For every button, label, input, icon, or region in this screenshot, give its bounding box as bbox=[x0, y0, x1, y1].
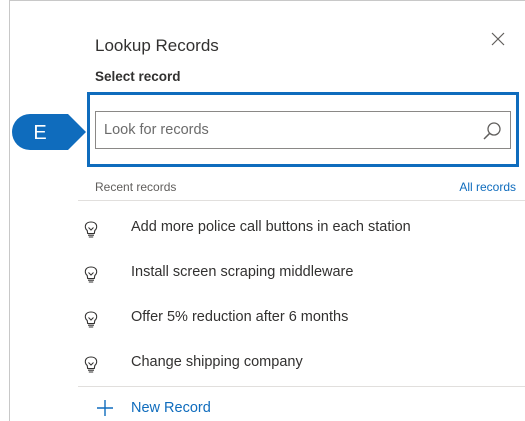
close-button[interactable] bbox=[488, 29, 508, 49]
list-item[interactable]: Change shipping company bbox=[78, 341, 525, 386]
list-item-label: Add more police call buttons in each sta… bbox=[131, 219, 411, 235]
divider bbox=[78, 386, 525, 387]
close-icon bbox=[491, 32, 505, 46]
frame-border-left bbox=[9, 0, 10, 421]
search-input[interactable] bbox=[104, 112, 474, 148]
list-item-label: Offer 5% reduction after 6 months bbox=[131, 309, 349, 325]
list-item[interactable]: Offer 5% reduction after 6 months bbox=[78, 296, 525, 341]
new-record-button[interactable]: New Record bbox=[96, 396, 211, 420]
recent-records-list: Add more police call buttons in each sta… bbox=[78, 206, 525, 386]
lightbulb-icon bbox=[84, 356, 98, 373]
search-box[interactable] bbox=[95, 111, 511, 149]
callout-badge-label: E bbox=[33, 122, 46, 144]
frame-border-top bbox=[9, 0, 525, 1]
list-item[interactable]: Install screen scraping middleware bbox=[78, 251, 525, 296]
lookup-records-panel: Lookup Records Select record E Recent re… bbox=[0, 0, 525, 421]
list-item-label: Change shipping company bbox=[131, 354, 303, 370]
recent-records-label: Recent records bbox=[95, 180, 177, 194]
dialog-subtitle: Select record bbox=[95, 69, 181, 84]
lightbulb-icon bbox=[84, 221, 98, 238]
callout-badge: E bbox=[12, 114, 86, 150]
new-record-label: New Record bbox=[131, 400, 211, 416]
list-item[interactable]: Add more police call buttons in each sta… bbox=[78, 206, 525, 251]
search-icon[interactable] bbox=[482, 121, 502, 141]
plus-icon bbox=[97, 400, 113, 416]
all-records-link[interactable]: All records bbox=[459, 180, 516, 194]
divider bbox=[78, 200, 525, 201]
lightbulb-icon bbox=[84, 311, 98, 328]
lightbulb-icon bbox=[84, 266, 98, 283]
list-item-label: Install screen scraping middleware bbox=[131, 264, 354, 280]
dialog-title: Lookup Records bbox=[95, 36, 219, 55]
